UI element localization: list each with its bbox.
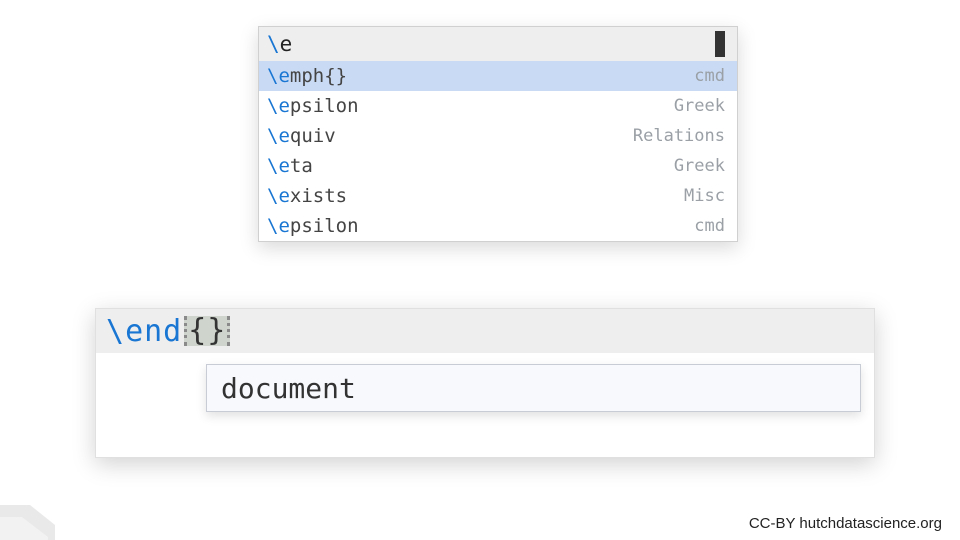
suggestion-label: \exists — [267, 185, 347, 207]
suggestion-label: \eta — [267, 155, 313, 177]
suggestion-category: Greek — [674, 96, 725, 116]
suggestion-label: \epsilon — [267, 215, 359, 237]
text-cursor-icon — [715, 31, 725, 57]
code-line[interactable]: \end {} — [96, 309, 874, 353]
suggestion-category: cmd — [694, 66, 725, 86]
brace-slot-icon: {} — [184, 316, 230, 346]
argument-hint-tooltip[interactable]: document — [206, 364, 861, 412]
code-command: end — [125, 314, 182, 349]
corner-decoration-icon — [0, 495, 70, 540]
autocomplete-input-line[interactable]: \e — [259, 27, 737, 61]
suggestion-item[interactable]: \eta Greek — [259, 151, 737, 181]
attribution-text: CC-BY hutchdatascience.org — [749, 515, 942, 532]
input-backslash: \ — [267, 32, 280, 56]
suggestion-item[interactable]: \epsilon cmd — [259, 211, 737, 241]
code-backslash: \ — [106, 314, 125, 349]
suggestion-item[interactable]: \exists Misc — [259, 181, 737, 211]
editor-snippet: \end {} document — [95, 308, 875, 458]
suggestion-label: \epsilon — [267, 95, 359, 117]
argument-hint-text: document — [221, 372, 356, 405]
autocomplete-popup: \e \emph{} cmd \epsilon Greek \equiv Rel… — [258, 26, 738, 242]
suggestion-label: \emph{} — [267, 65, 347, 87]
suggestion-category: cmd — [694, 216, 725, 236]
suggestion-item[interactable]: \equiv Relations — [259, 121, 737, 151]
brace-placeholder[interactable]: {} — [184, 316, 230, 346]
suggestion-category: Misc — [684, 186, 725, 206]
input-typed-letter: e — [280, 32, 293, 56]
suggestion-label: \equiv — [267, 125, 336, 147]
suggestion-category: Relations — [633, 126, 725, 146]
suggestion-item[interactable]: \emph{} cmd — [259, 61, 737, 91]
suggestion-item[interactable]: \epsilon Greek — [259, 91, 737, 121]
suggestion-category: Greek — [674, 156, 725, 176]
